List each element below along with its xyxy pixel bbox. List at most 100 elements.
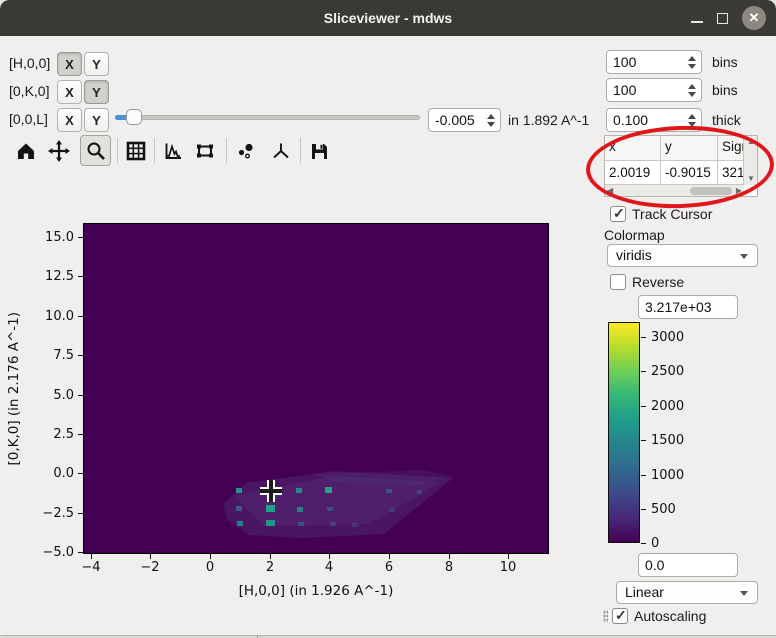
peak-pixel <box>330 522 336 526</box>
colorbar-tick-label: 1000 <box>651 468 684 483</box>
scrollbar-thumb[interactable] <box>690 187 732 195</box>
peak-pixel <box>386 489 392 493</box>
zoom-icon <box>85 140 107 162</box>
dim-0k0-x-button[interactable]: X <box>57 80 82 104</box>
table-vertical-scrollbar[interactable]: ▲ ▼ <box>743 136 757 185</box>
peak-pixel <box>236 488 242 493</box>
splitter-handle[interactable] <box>603 610 608 623</box>
scale-select[interactable]: Linear <box>616 581 758 604</box>
toolbar-separator <box>300 138 301 163</box>
line-profiles-button[interactable] <box>157 135 188 166</box>
x-tick <box>329 554 330 559</box>
x-tick-label: 10 <box>486 560 530 575</box>
track-cursor-label: Track Cursor <box>632 206 712 222</box>
peak-pixel <box>325 487 332 493</box>
colormap-value: viridis <box>616 247 652 263</box>
peak-pixel <box>389 508 395 512</box>
cursor-info-table: x y Sign 2.0019 -0.9015 321 ▲ ▼ ◀ ▶ <box>604 135 758 197</box>
bins2-spin-arrows[interactable] <box>684 78 700 102</box>
nonorthogonal-axes-button[interactable] <box>265 135 296 166</box>
scale-value: Linear <box>625 584 664 600</box>
crosshair-cursor-icon <box>257 477 285 510</box>
y-tick-label: 0.0 <box>26 466 74 481</box>
colorbar-tick <box>641 440 646 441</box>
autoscaling-checkbox[interactable] <box>612 608 628 624</box>
slice-slider[interactable] <box>115 115 420 120</box>
y-tick <box>78 316 83 317</box>
cursor-x-value: 2.0019 <box>605 161 661 185</box>
dim-00l-x-button[interactable]: X <box>57 108 82 132</box>
x-tick <box>449 554 450 559</box>
x-tick <box>150 554 151 559</box>
table-header-y: y <box>661 136 718 161</box>
table-horizontal-scrollbar[interactable]: ◀ ▶ <box>605 184 744 196</box>
x-tick <box>389 554 390 559</box>
bins1-spin-arrows[interactable] <box>684 50 700 74</box>
peak-pixel <box>327 507 333 511</box>
peaks-overlay-button[interactable] <box>230 135 261 166</box>
scroll-down-icon[interactable]: ▼ <box>747 175 755 183</box>
colorbar-tick <box>641 406 646 407</box>
colorbar-tick <box>641 475 646 476</box>
peak-pixel <box>417 490 422 494</box>
colorbar-tick-label: 2000 <box>651 399 684 414</box>
x-tick-label: 6 <box>367 560 411 575</box>
chevron-down-icon <box>740 254 748 259</box>
slice-slider-handle[interactable] <box>126 109 142 125</box>
x-tick-label: −4 <box>69 560 113 575</box>
bins2-label: bins <box>712 82 738 98</box>
reverse-checkbox[interactable] <box>610 274 626 290</box>
y-tick-label: −2.5 <box>26 506 74 521</box>
window-title: Sliceviewer - mdws <box>324 10 452 26</box>
chevron-down-icon <box>740 591 748 596</box>
x-tick-label: 4 <box>307 560 351 575</box>
x-tick-label: 8 <box>427 560 471 575</box>
colorbar-tick-label: 2500 <box>651 364 684 379</box>
zoom-button[interactable] <box>80 135 111 166</box>
save-button[interactable] <box>303 135 334 166</box>
y-tick <box>78 355 83 356</box>
home-button[interactable] <box>10 135 41 166</box>
y-tick-label: 5.0 <box>26 388 74 403</box>
slice-value-spin-arrows[interactable] <box>483 108 499 132</box>
plot-canvas[interactable] <box>83 223 549 554</box>
table-header-x: x <box>605 136 661 161</box>
dim-h00-x-button[interactable]: X <box>57 52 82 76</box>
save-icon <box>308 140 330 162</box>
roi-button[interactable] <box>189 135 220 166</box>
dim-0k0-y-button[interactable]: Y <box>84 80 109 104</box>
dim-label-0k0: [0,K,0] <box>9 83 49 99</box>
close-icon[interactable]: ✕ <box>742 6 766 30</box>
peak-pixel <box>266 520 275 526</box>
scroll-left-icon[interactable]: ◀ <box>607 187 613 195</box>
dim-00l-y-button[interactable]: Y <box>84 108 109 132</box>
grid-icon <box>125 140 147 162</box>
y-tick <box>78 276 83 277</box>
maximize-icon[interactable] <box>717 13 728 24</box>
peak-pixel <box>298 522 304 526</box>
scroll-right-icon[interactable]: ▶ <box>736 187 742 195</box>
grid-toggle-button[interactable] <box>120 135 151 166</box>
scroll-up-icon[interactable]: ▲ <box>747 138 755 146</box>
y-tick <box>78 237 83 238</box>
dim-h00-y-button[interactable]: Y <box>84 52 109 76</box>
pan-icon <box>48 140 70 162</box>
colormap-select[interactable]: viridis <box>607 244 758 267</box>
y-tick-label: 10.0 <box>26 309 74 324</box>
slice-unit-label: in 1.892 A^-1 <box>508 112 589 128</box>
colorbar-tick-label: 3000 <box>651 330 684 345</box>
colorbar-tick <box>641 509 646 510</box>
pan-button[interactable] <box>43 135 74 166</box>
colorbar-min-field[interactable] <box>638 553 738 577</box>
x-tick <box>210 554 211 559</box>
colormap-label: Colormap <box>604 227 665 243</box>
thickness-spin-arrows[interactable] <box>684 108 700 132</box>
titlebar[interactable]: Sliceviewer - mdws ✕ <box>0 0 776 36</box>
cursor-y-value: -0.9015 <box>661 161 718 185</box>
track-cursor-checkbox[interactable] <box>610 206 626 222</box>
y-tick-label: −5.0 <box>26 545 74 560</box>
colorbar-max-field[interactable] <box>638 295 738 319</box>
colorbar-tick <box>641 371 646 372</box>
minimize-icon[interactable] <box>691 21 703 23</box>
x-tick-label: 2 <box>248 560 292 575</box>
